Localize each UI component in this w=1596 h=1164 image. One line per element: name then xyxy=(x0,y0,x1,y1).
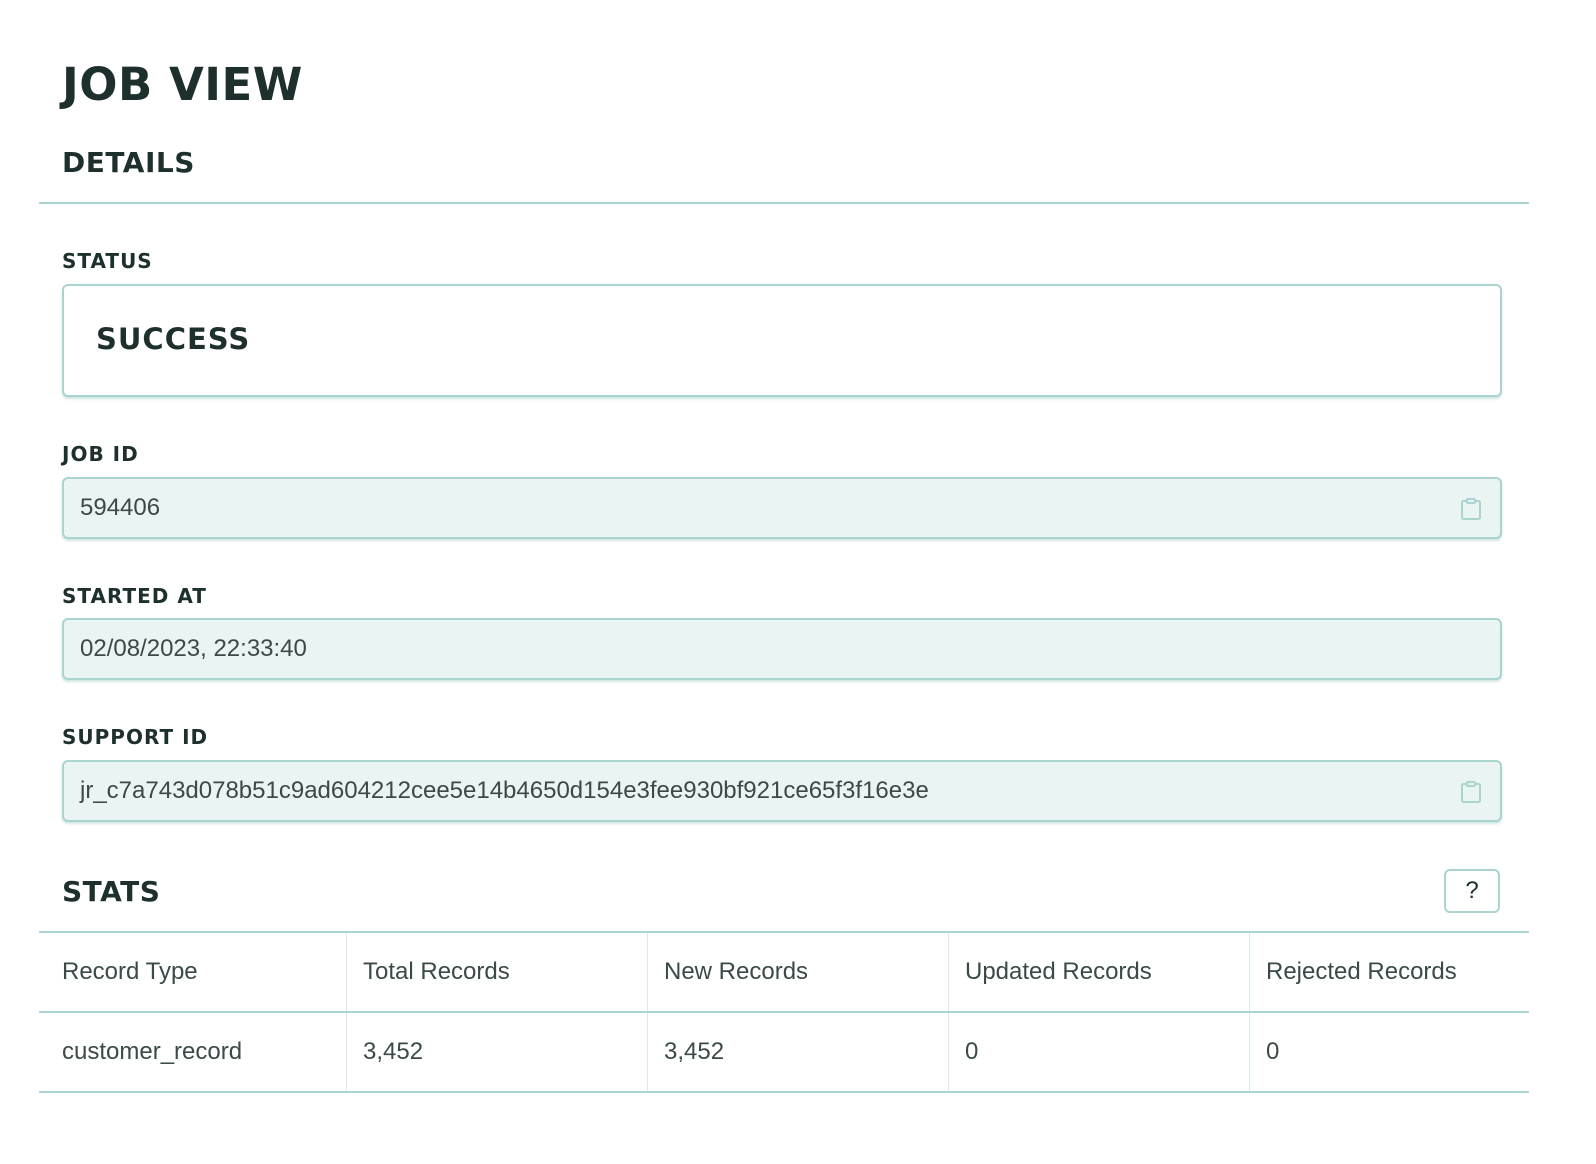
support-id-label: SUPPORT ID xyxy=(62,725,209,749)
support-id-field[interactable]: jr_c7a743d078b51c9ad604212cee5e14b4650d1… xyxy=(62,760,1502,822)
table-cell-record-type: customer_record xyxy=(62,1038,243,1065)
table-row: customer_record 3,452 3,452 0 0 xyxy=(39,1012,1529,1092)
table-cell-new-records: 3,452 xyxy=(647,1012,949,1092)
stats-table: Record Type Total Records New Records Up… xyxy=(39,931,1529,1093)
started-at-value: 02/08/2023, 22:33:40 xyxy=(80,635,307,662)
status-label: STATUS xyxy=(62,249,153,273)
page-title: JOB VIEW xyxy=(62,58,303,111)
details-divider xyxy=(39,202,1529,204)
column-header-new-records: New Records xyxy=(647,932,949,1012)
table-header-row: Record Type Total Records New Records Up… xyxy=(39,932,1529,1012)
table-cell-updated-records: 0 xyxy=(948,1012,1250,1092)
started-at-field[interactable]: 02/08/2023, 22:33:40 xyxy=(62,618,1502,680)
table-cell-rejected-records: 0 xyxy=(1249,1012,1529,1092)
started-at-label: STARTED AT xyxy=(62,584,207,608)
job-id-field[interactable]: 594406 xyxy=(62,477,1502,539)
details-section-title: DETAILS xyxy=(62,146,195,179)
clipboard-icon[interactable] xyxy=(1460,780,1482,804)
column-header-record-type: Record Type xyxy=(62,958,198,985)
help-button[interactable]: ? xyxy=(1444,869,1500,913)
job-id-value: 594406 xyxy=(80,494,161,521)
column-header-rejected-records: Rejected Records xyxy=(1249,932,1529,1012)
stats-section-title: STATS xyxy=(62,875,161,908)
job-id-label: JOB ID xyxy=(62,442,139,466)
support-id-value: jr_c7a743d078b51c9ad604212cee5e14b4650d1… xyxy=(80,777,929,804)
column-header-updated-records: Updated Records xyxy=(948,932,1250,1012)
table-cell-total-records: 3,452 xyxy=(346,1012,648,1092)
clipboard-icon[interactable] xyxy=(1460,497,1482,521)
column-header-total-records: Total Records xyxy=(346,932,648,1012)
status-value: SUCCESS xyxy=(96,322,251,356)
status-box: SUCCESS xyxy=(62,284,1502,397)
